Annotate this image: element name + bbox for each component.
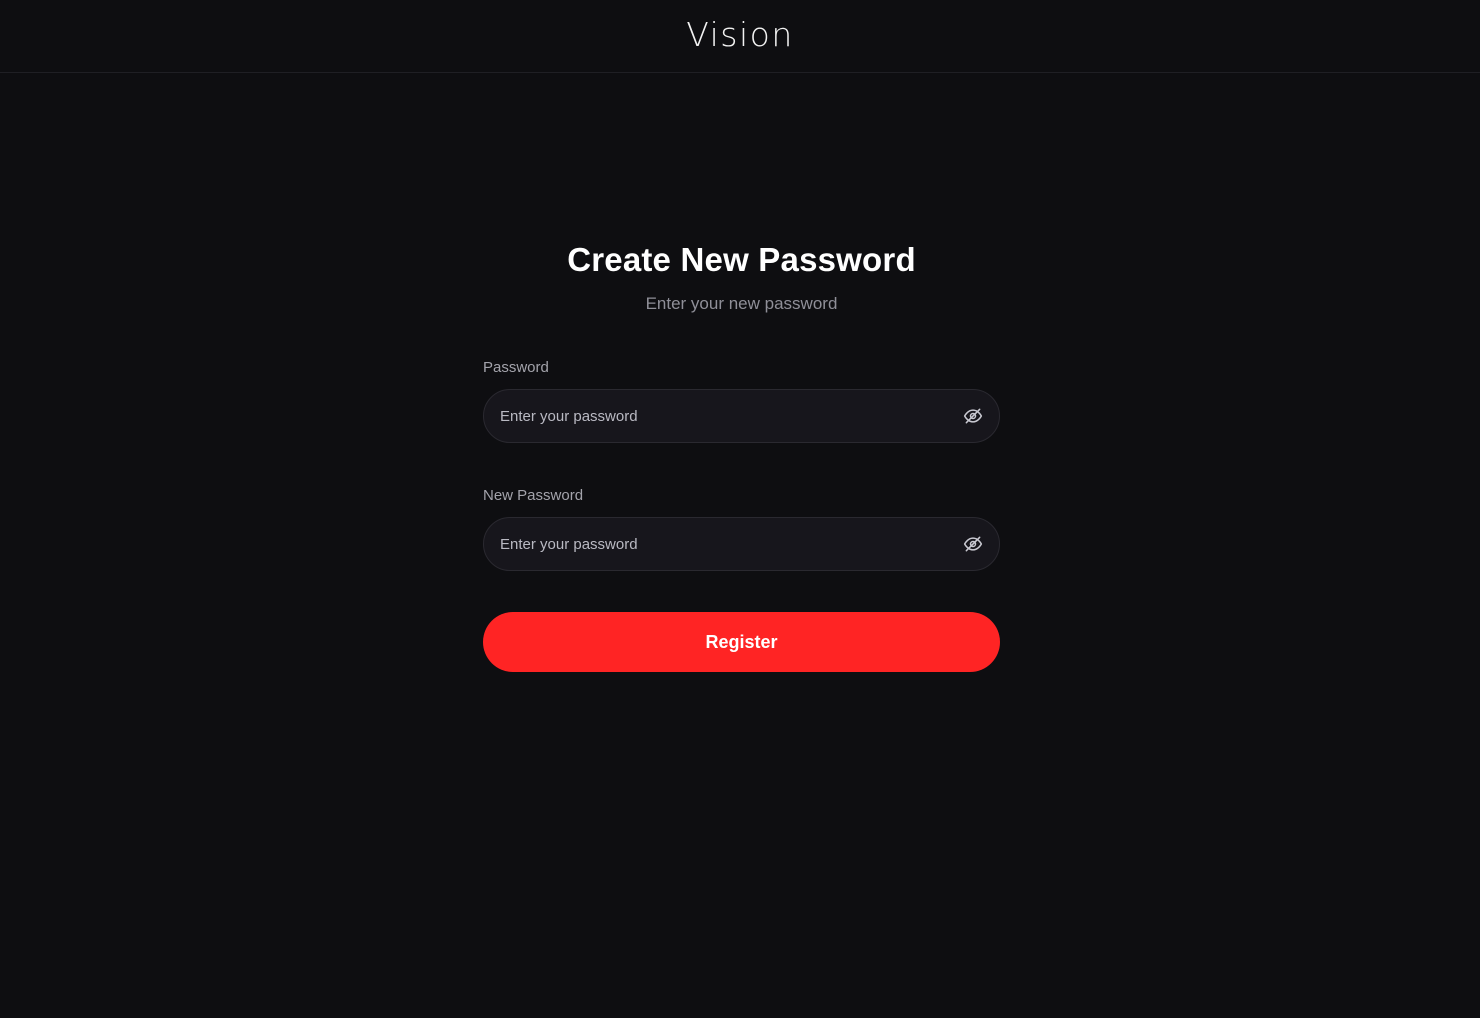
page-subtitle: Enter your new password <box>645 294 838 313</box>
new-password-input[interactable] <box>484 518 999 570</box>
register-button[interactable]: Register <box>483 612 1000 672</box>
password-input[interactable] <box>484 390 999 442</box>
app-logo[interactable]: Vision <box>686 15 793 54</box>
new-password-label: New Password <box>483 487 584 504</box>
password-label: Password <box>483 359 549 376</box>
password-field <box>483 389 1000 443</box>
page-title: Create New Password <box>567 241 916 278</box>
create-password-form: Create New Password Enter your new passw… <box>483 238 1000 672</box>
top-bar: Vision <box>0 0 1480 73</box>
eye-off-icon[interactable] <box>961 532 985 556</box>
new-password-field <box>483 517 1000 571</box>
eye-off-icon[interactable] <box>961 404 985 428</box>
